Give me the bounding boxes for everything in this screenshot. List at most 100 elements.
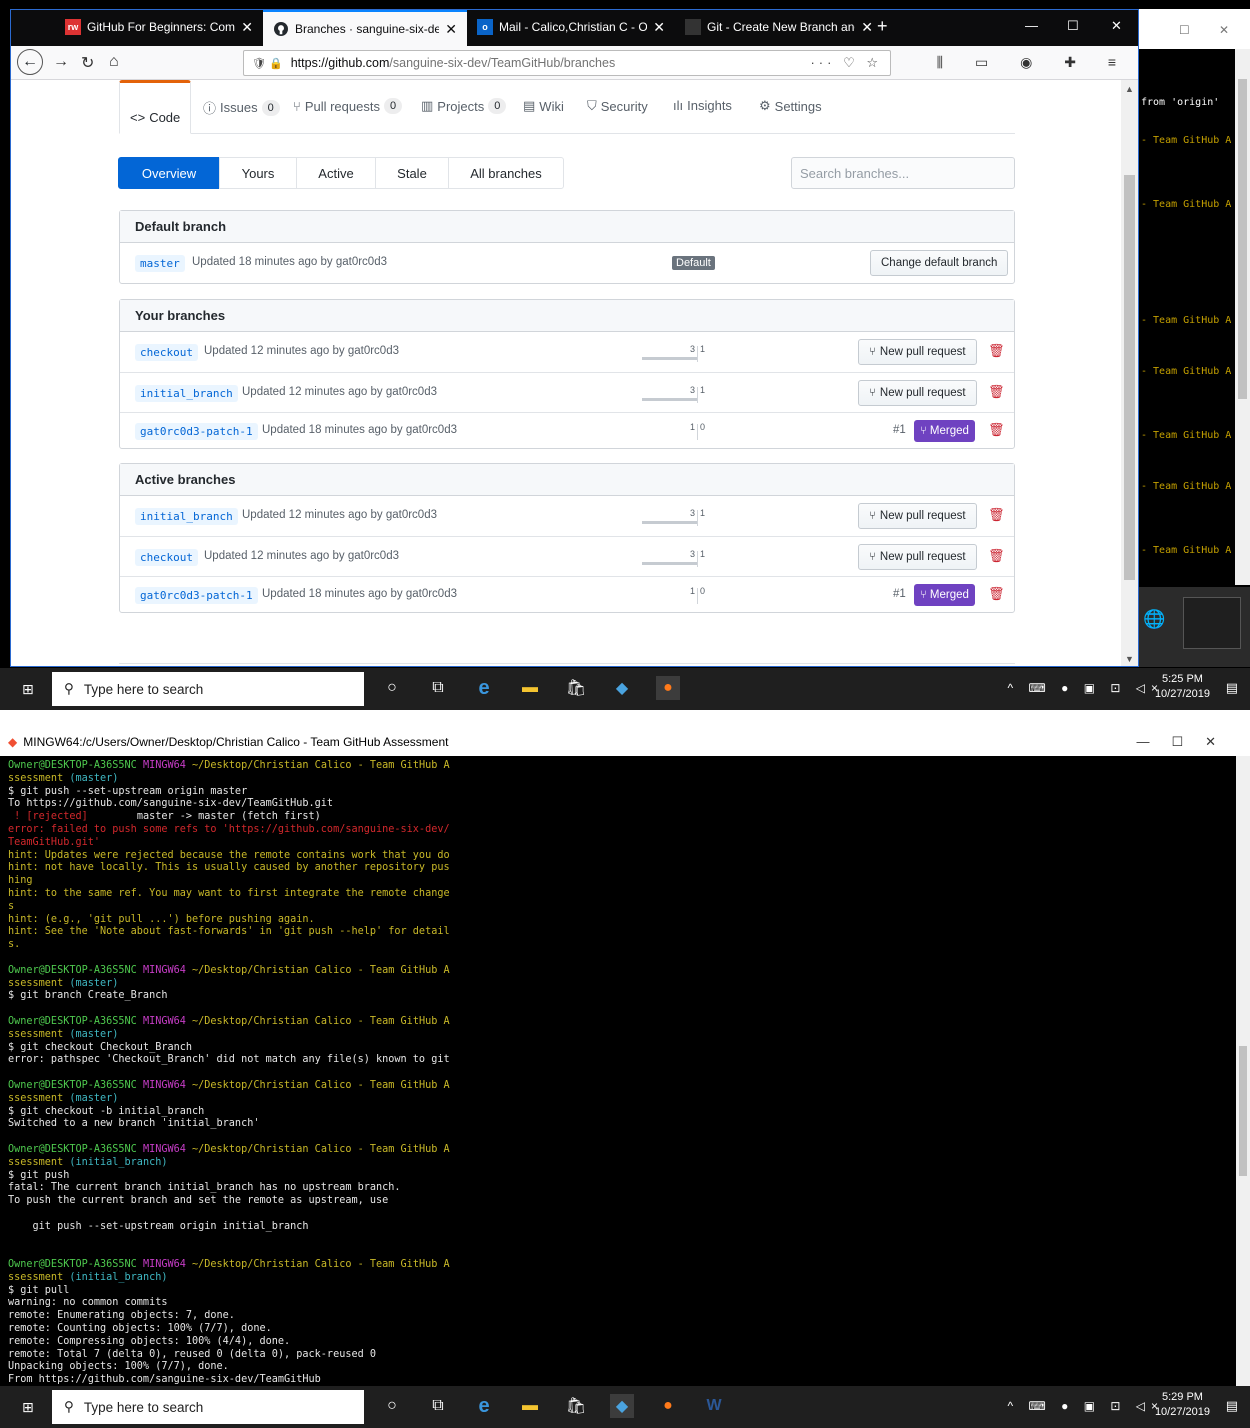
maximize-icon[interactable]: ☐ — [1179, 23, 1190, 37]
terminal-text: ssessment — [8, 772, 70, 784]
search-branches-input[interactable]: Search branches... — [791, 157, 1015, 189]
close-icon[interactable]: ✕ — [241, 19, 253, 36]
minimize-icon[interactable]: — — [1025, 18, 1038, 33]
tab-security[interactable]: ⛉ Security — [587, 98, 648, 114]
filter-overview[interactable]: Overview — [118, 157, 220, 189]
url-bar[interactable]: 🛡 🔒 https://github.com/sanguine-six-dev/… — [243, 50, 891, 76]
task-view-icon[interactable]: ⧉ — [426, 676, 450, 700]
tab-issues[interactable]: ⓘ Issues 0 — [203, 98, 280, 117]
close-icon[interactable]: ✕ — [445, 21, 457, 38]
branch-name[interactable]: checkout — [135, 344, 198, 361]
trash-icon[interactable]: 🗑 — [988, 586, 1005, 602]
network-icon[interactable]: 🌐 — [1143, 609, 1165, 630]
tab-mail[interactable]: o Mail - Calico,Christian C - Outl ✕ — [467, 10, 675, 44]
terminal-output[interactable]: Owner@DESKTOP-A36S5NC MINGW64 ~/Desktop/… — [8, 760, 1228, 1388]
terminal-text: ~/Desktop/Christian Calico - Team GitHub… — [192, 964, 450, 976]
taskbar-search[interactable]: ⚲ Type here to search — [52, 1390, 364, 1424]
git-icon[interactable]: ◆ — [610, 676, 634, 700]
maximize-icon[interactable]: ☐ — [1067, 18, 1079, 34]
firefox-icon[interactable]: ● — [656, 676, 680, 700]
system-tray[interactable]: ^ ⌨ ● ▣ ⊡ ◁× — [1008, 1399, 1165, 1413]
branch-name[interactable]: gat0rc0d3-patch-1 — [135, 423, 258, 440]
branch-meta: Updated 12 minutes ago by gat0rc0d3 — [242, 386, 437, 398]
toolbar-icons[interactable]: ⫼ ▭ ◉ ✚ ≡ — [937, 54, 1130, 71]
home-icon[interactable]: ⌂ — [109, 53, 119, 71]
branch-name[interactable]: gat0rc0d3-patch-1 — [135, 587, 258, 604]
pr-number-link[interactable]: #1 — [893, 588, 906, 600]
branch-name[interactable]: master — [135, 255, 185, 272]
notification-icon[interactable]: ▤ — [1226, 1398, 1238, 1414]
new-pull-request-button[interactable]: ⑂ New pull request — [858, 503, 977, 529]
new-pull-request-button[interactable]: ⑂ New pull request — [858, 380, 977, 406]
terminal-line: git push --set-upstream origin initial_b… — [8, 1221, 1228, 1234]
close-window-icon[interactable]: ✕ — [1111, 18, 1122, 34]
tab-git-create-branch[interactable]: Git - Create New Branch and C ✕ — [675, 10, 883, 44]
scroll-down-icon[interactable]: ▼ — [1125, 654, 1134, 664]
page-actions-icon[interactable]: ··· ♡ ☆ — [810, 55, 882, 71]
close-icon[interactable]: ✕ — [653, 19, 665, 36]
clock[interactable]: 5:29 PM 10/27/2019 — [1155, 1390, 1210, 1420]
reload-icon[interactable]: ↻ — [81, 53, 94, 73]
terminal-line: error: pathspec 'Checkout_Branch' did no… — [8, 1054, 1228, 1067]
git-icon[interactable]: ◆ — [610, 1394, 634, 1418]
terminal-line: error: failed to push some refs to 'http… — [8, 824, 1228, 837]
word-icon[interactable]: W — [702, 1394, 726, 1418]
scroll-thumb[interactable] — [1124, 175, 1135, 580]
file-explorer-icon[interactable]: ▬ — [518, 1394, 542, 1418]
cortana-icon[interactable]: ○ — [380, 676, 404, 700]
tab-pull-requests[interactable]: ⑂ Pull requests 0 — [293, 98, 403, 114]
terminal-text: master -> master (fetch first) — [136, 811, 321, 823]
filter-yours[interactable]: Yours — [219, 157, 297, 189]
terminal-scrollbar[interactable] — [1235, 49, 1250, 585]
github-icon — [273, 21, 289, 37]
windows-start-icon[interactable]: ⊞ — [22, 1399, 34, 1416]
tab-branches[interactable]: Branches · sanguine-six-dev/Te ✕ — [263, 10, 467, 46]
tab-code[interactable]: <> Code — [119, 80, 192, 134]
edge-icon[interactable]: e — [472, 1394, 496, 1418]
system-tray[interactable]: ^ ⌨ ● ▣ ⊡ ◁× — [1008, 681, 1165, 695]
tab-wiki[interactable]: ▤ Wiki — [523, 98, 564, 114]
cortana-icon[interactable]: ○ — [380, 1394, 404, 1418]
terminal-scrollbar[interactable] — [1236, 756, 1250, 1388]
branch-name[interactable]: checkout — [135, 549, 198, 566]
back-icon[interactable]: ← — [17, 49, 43, 75]
firefox-icon[interactable]: ● — [656, 1394, 680, 1418]
close-icon[interactable]: ✕ — [1219, 23, 1229, 37]
new-pull-request-button[interactable]: ⑂ New pull request — [858, 544, 977, 570]
store-icon[interactable]: 🛍 — [564, 676, 588, 700]
branch-name[interactable]: initial_branch — [135, 508, 238, 525]
filter-all-branches[interactable]: All branches — [448, 157, 564, 189]
trash-icon[interactable]: 🗑 — [988, 343, 1005, 359]
windows-start-icon[interactable]: ⊞ — [22, 681, 34, 698]
trash-icon[interactable]: 🗑 — [988, 384, 1005, 400]
tray-app-icon[interactable] — [1183, 597, 1241, 649]
store-icon[interactable]: 🛍 — [564, 1394, 588, 1418]
pr-number-link[interactable]: #1 — [893, 424, 906, 436]
tab-github-for-beginners[interactable]: rw GitHub For Beginners: Commit ✕ — [55, 10, 263, 44]
tab-bar: rw GitHub For Beginners: Commit ✕ Branch… — [11, 10, 1138, 46]
clock[interactable]: 5:25 PM 10/27/2019 — [1155, 672, 1210, 702]
file-explorer-icon[interactable]: ▬ — [518, 676, 542, 700]
new-pull-request-button[interactable]: ⑂ New pull request — [858, 339, 977, 365]
window-controls[interactable]: —☐✕ — [1136, 734, 1238, 750]
new-tab-icon[interactable]: + — [877, 16, 888, 37]
branch-name[interactable]: initial_branch — [135, 385, 238, 402]
page-scrollbar[interactable]: ▲ ▼ — [1121, 80, 1138, 666]
terminal-text: $ git pull — [8, 1284, 70, 1296]
tab-insights[interactable]: ılı Insights — [673, 98, 732, 113]
notification-icon[interactable]: ▤ — [1226, 680, 1238, 696]
tab-settings[interactable]: ⚙ Settings — [759, 98, 822, 114]
trash-icon[interactable]: 🗑 — [988, 507, 1005, 523]
scroll-up-icon[interactable]: ▲ — [1125, 84, 1134, 94]
trash-icon[interactable]: 🗑 — [988, 548, 1005, 564]
filter-active[interactable]: Active — [296, 157, 376, 189]
taskbar-search[interactable]: ⚲ Type here to search — [52, 672, 364, 706]
edge-icon[interactable]: e — [472, 676, 496, 700]
task-view-icon[interactable]: ⧉ — [426, 1394, 450, 1418]
filter-stale[interactable]: Stale — [375, 157, 449, 189]
forward-icon[interactable]: → — [53, 53, 69, 71]
tab-projects[interactable]: ▥ Projects 0 — [421, 98, 507, 114]
close-icon[interactable]: ✕ — [861, 19, 873, 36]
change-default-branch-button[interactable]: Change default branch — [870, 250, 1009, 276]
trash-icon[interactable]: 🗑 — [988, 422, 1005, 438]
